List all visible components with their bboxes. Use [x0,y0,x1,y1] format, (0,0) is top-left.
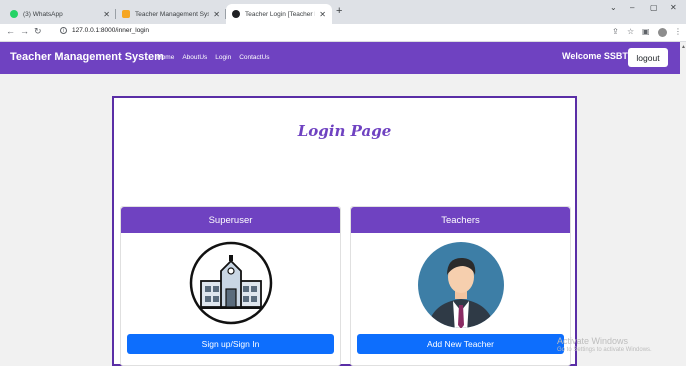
close-tab-icon[interactable]: ✕ [319,10,326,19]
nav-login[interactable]: Login [215,54,231,61]
superuser-card: Superuser Sign up/Sign In [120,206,341,366]
app-navbar: Teacher Management System Home AboutUs L… [0,42,680,74]
globe-icon [232,10,240,18]
tab-search-icon[interactable]: ⌄ [610,3,617,12]
add-new-teacher-button[interactable]: Add New Teacher [357,334,564,354]
browser-tab-whatsapp[interactable]: (3) WhatsApp ✕ [4,4,116,24]
login-panel: Login Page Superuser Sign up/Sign In Tea… [112,96,577,366]
page-scrollbar[interactable]: ▲ [680,42,686,364]
watermark-line1: Activate Windows [557,336,629,346]
bookmark-star-icon[interactable]: ☆ [627,27,634,36]
site-favicon-icon [122,10,130,18]
tab-title: Teacher Login [Teacher Manager [245,10,315,18]
nav-aboutus[interactable]: AboutUs [182,54,207,61]
close-window-icon[interactable]: ✕ [670,3,677,12]
address-bar: ← → ↻ i 127.0.0.1:8000/inner_login ⇪ ☆ ▣… [0,24,686,42]
logout-button[interactable]: logout [628,48,668,67]
url-text: 127.0.0.1:8000/inner_login [72,27,149,34]
page-title: Login Page [297,122,392,140]
menu-kebab-icon[interactable]: ⋮ [674,27,682,36]
back-icon[interactable]: ← [6,26,15,36]
card-image [351,241,570,329]
whatsapp-icon [10,10,18,18]
card-header-teachers: Teachers [351,207,570,233]
browser-tab-bar: (3) WhatsApp ✕ Teacher Management System… [0,0,686,24]
browser-tab-tms[interactable]: Teacher Management System - ... ✕ [116,4,226,24]
profile-avatar-icon[interactable] [658,28,667,37]
brand-title[interactable]: Teacher Management System [10,51,164,63]
minimize-icon[interactable]: – [630,3,634,12]
card-image [121,241,340,325]
url-field[interactable]: i 127.0.0.1:8000/inner_login [60,27,149,34]
new-tab-button[interactable]: + [336,5,342,17]
forward-icon[interactable]: → [20,26,29,36]
card-header-superuser: Superuser [121,207,340,233]
watermark-line2: Go to Settings to activate Windows. [557,346,652,353]
nav-home[interactable]: Home [157,54,174,61]
tab-title: (3) WhatsApp [23,10,63,18]
sidepanel-icon[interactable]: ▣ [642,27,650,36]
teachers-card: Teachers Add New Teacher [350,206,571,366]
nav-links: Home AboutUs Login ContactUs [157,54,270,61]
welcome-text: Welcome SSBT [562,51,628,61]
scroll-up-icon[interactable]: ▲ [681,44,686,50]
signup-signin-button[interactable]: Sign up/Sign In [127,334,334,354]
nav-contactus[interactable]: ContactUs [239,54,269,61]
browser-tab-teacher-login[interactable]: Teacher Login [Teacher Manager ✕ [226,4,332,24]
school-building-icon [189,241,272,325]
close-tab-icon[interactable]: ✕ [213,10,220,19]
teacher-avatar-icon [417,242,504,328]
reload-icon[interactable]: ↻ [34,26,42,37]
maximize-icon[interactable]: ▢ [650,3,658,12]
site-info-icon[interactable]: i [60,27,67,34]
tab-title: Teacher Management System - ... [135,10,210,18]
activate-windows-watermark: Activate Windows Go to Settings to activ… [557,336,652,353]
close-tab-icon[interactable]: ✕ [103,10,110,19]
share-icon[interactable]: ⇪ [612,27,619,36]
